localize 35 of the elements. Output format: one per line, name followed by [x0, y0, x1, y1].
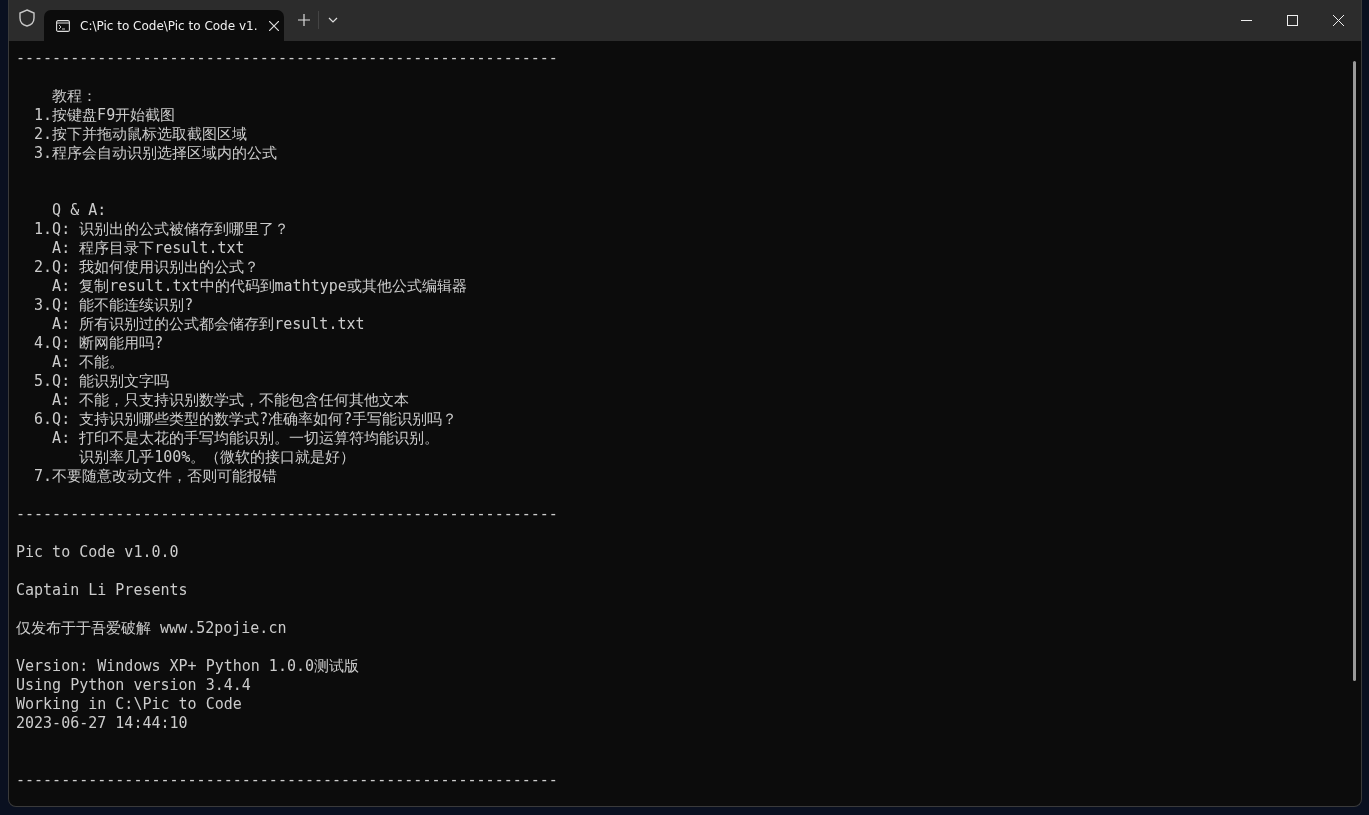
console-line: A: 打印不是太花的手写均能识别。一切运算符均能识别。 [51, 429, 441, 448]
console-line: Using Python version 3.4.4 [16, 676, 252, 695]
console-line: 5.Q: 能识别文字吗 [33, 372, 171, 391]
console-line: 4.Q: 断网能用吗? [33, 334, 165, 353]
scrollbar-thumb[interactable] [1352, 61, 1356, 681]
console-line: 1.Q: 识别出的公式被储存到哪里了？ [33, 220, 291, 239]
shield-icon[interactable] [19, 9, 35, 27]
console-line: A: 程序目录下result.txt [51, 239, 246, 258]
console-line: 3.Q: 能不能连续识别? [33, 296, 195, 315]
tab-title: C:\Pic to Code\Pic to Code v1. [80, 18, 258, 33]
console-line: 7.不要随意改动文件，否则可能报错 [33, 467, 279, 486]
console-line: A: 复制result.txt中的代码到mathtype或其他公式编辑器 [51, 277, 468, 296]
console-line: A: 不能，只支持识别数学式，不能包含任何其他文本 [51, 391, 411, 410]
console-line: 2023-06-27 14:44:10 [16, 714, 189, 733]
console-line: Pic to Code v1.0.0 [16, 543, 180, 562]
console-line: 6.Q: 支持识别哪些类型的数学式?准确率如何?手写能识别吗？ [33, 410, 459, 429]
console-icon [56, 19, 70, 32]
console-line: 识别率几乎100%。（微软的接口就是好） [78, 448, 357, 467]
console-line: 教程： [51, 87, 99, 106]
console-line: 2.按下并拖动鼠标选取截图区域 [33, 125, 249, 144]
console-line: 1.按键盘F9开始截图 [33, 106, 177, 125]
console-line: Version: Windows XP+ Python 1.0.0测试版 [16, 657, 360, 676]
console-line: 2.Q: 我如何使用识别出的公式？ [33, 258, 261, 277]
console-line: Working in C:\Pic to Code [16, 695, 243, 714]
console-line: A: 不能。 [51, 353, 126, 372]
console-line: 3.程序会自动识别选择区域内的公式 [33, 144, 279, 163]
console-line: A: 所有识别过的公式都会储存到result.txt [51, 315, 366, 334]
console-line: 仅发布于于吾爱破解 www.52pojie.cn [16, 619, 288, 638]
console-line: ------------------------------------------------------------ [16, 49, 559, 68]
console-line: ------------------------------------------------------------ [16, 505, 559, 524]
close-icon[interactable] [267, 18, 282, 33]
terminal-tab[interactable]: C:\Pic to Code\Pic to Code v1. [44, 10, 284, 41]
console-line: ------------------------------------------------------------ [16, 771, 559, 790]
console-line: Captain Li Presents [16, 581, 189, 600]
console-line: Q & A: [51, 201, 108, 220]
